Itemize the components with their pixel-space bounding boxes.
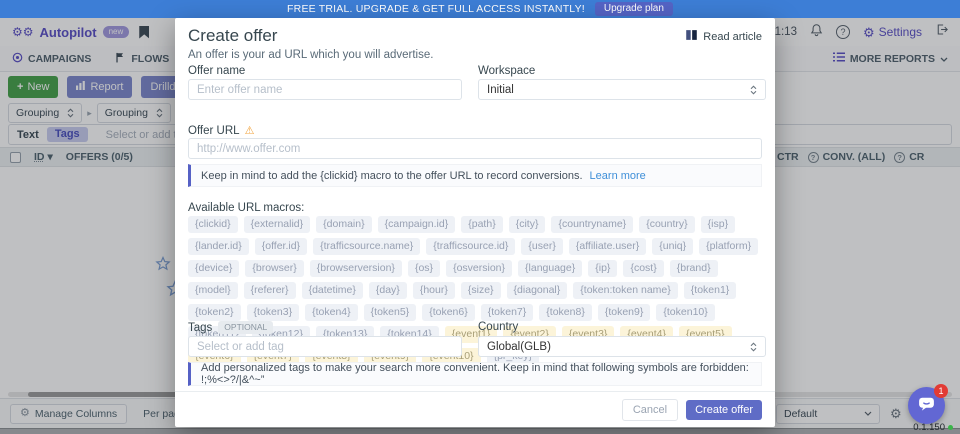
workspace-select[interactable]: Initial bbox=[478, 79, 766, 100]
macro-chip[interactable]: {offer.id} bbox=[255, 238, 307, 255]
cancel-button[interactable]: Cancel bbox=[622, 399, 678, 421]
macro-chip[interactable]: {ip} bbox=[588, 260, 617, 277]
create-offer-modal: Create offer An offer is your ad URL whi… bbox=[175, 18, 775, 427]
offer-name-input[interactable] bbox=[188, 79, 462, 100]
version-label: 0.1.150 bbox=[913, 422, 953, 433]
macro-chip[interactable]: {language} bbox=[518, 260, 582, 277]
promo-text: FREE TRIAL. UPGRADE & GET FULL ACCESS IN… bbox=[287, 3, 585, 15]
optional-badge: OPTIONAL bbox=[218, 321, 273, 334]
app-window: FREE TRIAL. UPGRADE & GET FULL ACCESS IN… bbox=[0, 0, 960, 434]
macro-chip[interactable]: {brand} bbox=[670, 260, 718, 277]
macro-chip[interactable]: {diagonal} bbox=[507, 282, 568, 299]
macro-chip[interactable]: {uniq} bbox=[652, 238, 693, 255]
status-dot bbox=[948, 425, 953, 430]
macro-chip[interactable]: {token4} bbox=[305, 304, 358, 321]
macro-chip[interactable]: {city} bbox=[509, 216, 546, 233]
macro-chip[interactable]: {token9} bbox=[598, 304, 651, 321]
macros-label: Available URL macros: bbox=[188, 202, 304, 214]
macro-chip[interactable]: {country} bbox=[639, 216, 694, 233]
macro-chip[interactable]: {affiliate.user} bbox=[569, 238, 646, 255]
book-icon bbox=[685, 29, 698, 44]
macro-chip[interactable]: {token6} bbox=[422, 304, 475, 321]
offer-url-label: Offer URL⚠ bbox=[188, 124, 254, 137]
macro-chip[interactable]: {trafficsource.id} bbox=[426, 238, 515, 255]
macro-chip[interactable]: {platform} bbox=[699, 238, 758, 255]
macro-chip[interactable]: {domain} bbox=[316, 216, 371, 233]
macro-chip[interactable]: {referer} bbox=[244, 282, 296, 299]
macro-chip[interactable]: {token10} bbox=[656, 304, 714, 321]
macro-chip[interactable]: {countryname} bbox=[551, 216, 633, 233]
modal-title: Create offer bbox=[188, 26, 277, 46]
macro-chip[interactable]: {path} bbox=[461, 216, 502, 233]
notification-badge: 1 bbox=[934, 384, 948, 398]
macro-chip[interactable]: {datetime} bbox=[302, 282, 363, 299]
tags-input[interactable] bbox=[188, 336, 462, 357]
chat-widget-button[interactable]: 1 bbox=[908, 387, 945, 424]
macro-chip[interactable]: {token5} bbox=[364, 304, 417, 321]
macro-chip[interactable]: {osversion} bbox=[446, 260, 512, 277]
macro-chip[interactable]: {externalid} bbox=[244, 216, 311, 233]
offer-url-input[interactable] bbox=[188, 138, 762, 159]
warning-icon: ⚠ bbox=[245, 125, 255, 137]
macro-chip[interactable]: {model} bbox=[188, 282, 238, 299]
workspace-label: Workspace bbox=[478, 65, 535, 77]
upgrade-plan-button[interactable]: Upgrade plan bbox=[595, 2, 673, 16]
offer-name-label: Offer name bbox=[188, 65, 245, 77]
learn-more-link[interactable]: Learn more bbox=[590, 170, 646, 182]
macro-chip[interactable]: {token1} bbox=[684, 282, 737, 299]
macro-chip[interactable]: {browser} bbox=[245, 260, 303, 277]
clickid-note: Keep in mind to add the {clickid} macro … bbox=[188, 164, 762, 187]
tags-note: Add personalized tags to make your searc… bbox=[188, 362, 762, 386]
macro-chip[interactable]: {token:token name} bbox=[573, 282, 678, 299]
macro-chip[interactable]: {token8} bbox=[539, 304, 592, 321]
macro-chip[interactable]: {os} bbox=[408, 260, 440, 277]
macro-chip[interactable]: {browserversion} bbox=[310, 260, 402, 277]
modal-footer: Cancel Create offer bbox=[175, 391, 775, 427]
macro-chip[interactable]: {trafficsource.name} bbox=[313, 238, 420, 255]
read-article-link[interactable]: Read article bbox=[685, 29, 762, 44]
macro-chip[interactable]: {hour} bbox=[413, 282, 455, 299]
macro-chip[interactable]: {clickid} bbox=[188, 216, 238, 233]
chat-icon bbox=[917, 394, 936, 418]
country-label: Country bbox=[478, 321, 518, 333]
tags-label: Tags OPTIONAL bbox=[188, 321, 273, 334]
macro-chip[interactable]: {device} bbox=[188, 260, 239, 277]
macro-chip[interactable]: {isp} bbox=[701, 216, 735, 233]
macro-chip[interactable]: {token7} bbox=[481, 304, 534, 321]
macro-chip[interactable]: {size} bbox=[461, 282, 501, 299]
country-select[interactable]: Global(GLB) bbox=[478, 336, 766, 357]
macro-chip[interactable]: {token2} bbox=[188, 304, 241, 321]
macro-chip[interactable]: {day} bbox=[369, 282, 407, 299]
create-offer-button[interactable]: Create offer bbox=[686, 400, 762, 420]
macro-chip[interactable]: {campaign.id} bbox=[378, 216, 456, 233]
macro-chip[interactable]: {lander.id} bbox=[188, 238, 249, 255]
promo-banner: FREE TRIAL. UPGRADE & GET FULL ACCESS IN… bbox=[0, 0, 960, 18]
macro-chip[interactable]: {token3} bbox=[247, 304, 300, 321]
macro-chip[interactable]: {user} bbox=[521, 238, 562, 255]
modal-subtitle: An offer is your ad URL which you will a… bbox=[188, 49, 433, 61]
macro-chip[interactable]: {cost} bbox=[623, 260, 663, 277]
